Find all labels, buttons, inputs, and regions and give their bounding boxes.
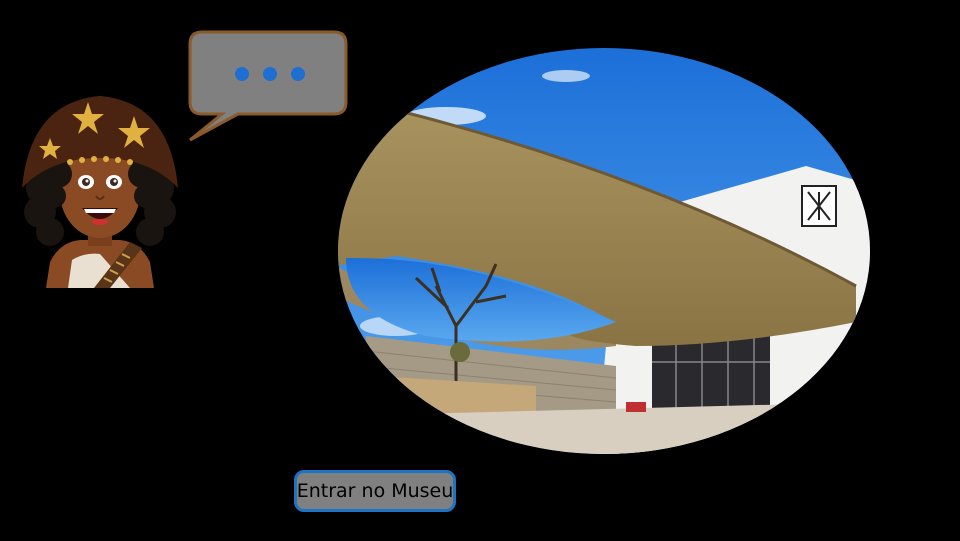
enter-museum-button[interactable]: Entrar no Museu <box>294 470 456 512</box>
speech-bubble <box>188 30 348 142</box>
ellipsis-icon <box>235 67 305 81</box>
guide-character-avatar <box>22 96 178 288</box>
museum-building-photo <box>338 48 870 454</box>
